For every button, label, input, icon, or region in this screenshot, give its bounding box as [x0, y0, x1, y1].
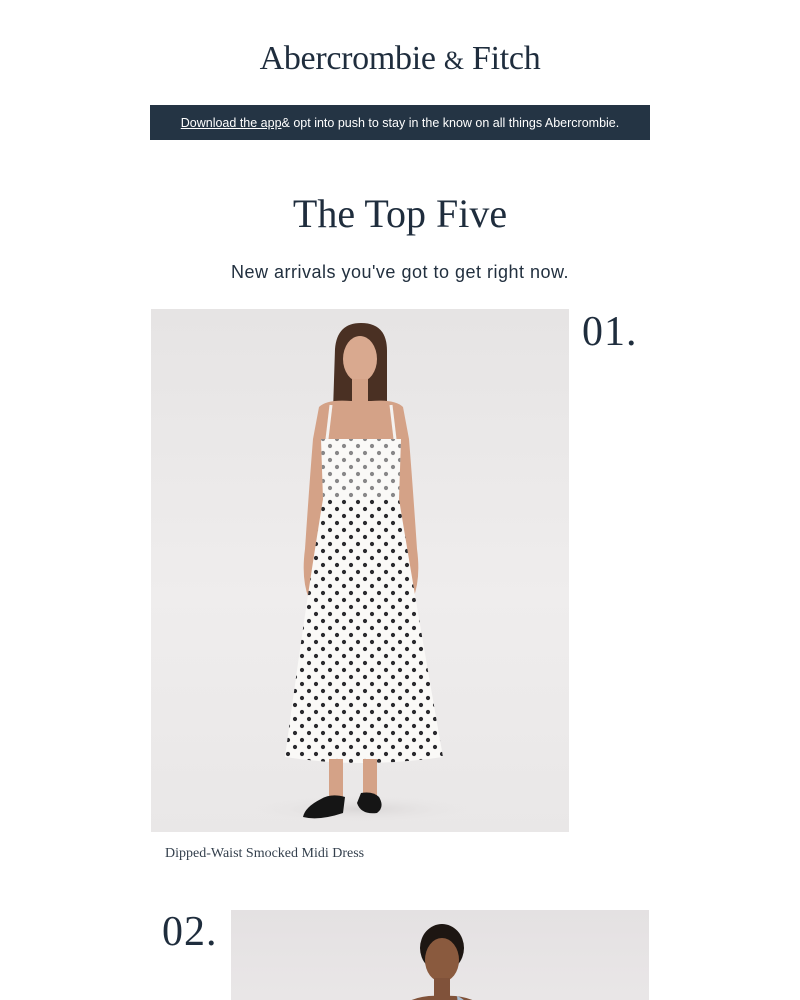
- product-rank-1: 01.: [582, 309, 638, 355]
- promo-text: & opt into push to stay in the know on a…: [281, 115, 620, 130]
- email-page: Abercrombie & Fitch Download the app & o…: [0, 0, 800, 1000]
- section-subhead: New arrivals you've got to get right now…: [230, 262, 570, 282]
- model-top-illustration: [411, 924, 473, 1000]
- product-rank-2: 02.: [162, 909, 218, 955]
- download-app-link[interactable]: Download the app: [181, 116, 282, 130]
- model-dress-illustration: [251, 323, 471, 823]
- brand-logo[interactable]: Abercrombie & Fitch: [0, 40, 800, 78]
- brand-name-part1: Abercrombie: [259, 40, 436, 77]
- product-image-2[interactable]: [231, 910, 649, 1000]
- brand-ampersand: &: [443, 46, 464, 75]
- section-headline: The Top Five: [292, 191, 508, 236]
- app-promo-banner: Download the app & opt into push to stay…: [150, 105, 650, 140]
- brand-name-part2: Fitch: [472, 40, 541, 77]
- product-image-1[interactable]: [151, 309, 569, 832]
- product-name-1[interactable]: Dipped-Waist Smocked Midi Dress: [165, 846, 364, 862]
